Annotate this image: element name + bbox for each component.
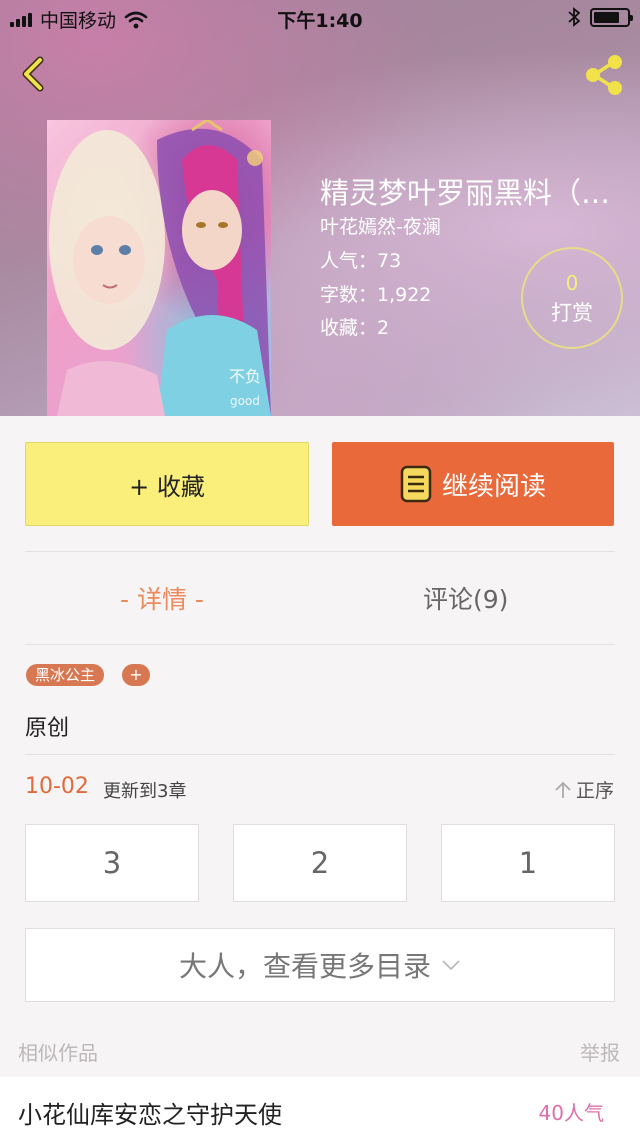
book-icon [400, 465, 432, 503]
book-header: 中国移动 下午1:40 不负 good 精灵梦叶罗丽黑料（… 叶花嫣然-夜澜 人… [0, 0, 640, 416]
divider [25, 551, 615, 552]
tab-detail[interactable]: - 详情 - [120, 580, 204, 616]
sort-label: 正序 [575, 780, 614, 802]
cover-watermark: 不负 [229, 367, 261, 386]
share-icon [586, 55, 622, 95]
similar-item[interactable]: 小花仙库安恋之守护天使 40人气 [0, 1077, 640, 1139]
reward-button[interactable]: 0 打赏 [521, 247, 623, 349]
word-count-stat: 字数：1,922 [320, 284, 432, 306]
popularity-stat: 人气：73 [320, 250, 402, 272]
collect-label: + 收藏 [129, 472, 205, 501]
update-date: 10-02 [25, 774, 89, 799]
share-button[interactable] [580, 52, 628, 96]
add-tag-button[interactable]: + [122, 664, 150, 686]
status-right [568, 7, 633, 27]
more-toc-button[interactable]: 大人，查看更多目录 [25, 928, 615, 1002]
tag-chip[interactable]: 黑冰公主 [26, 664, 105, 686]
back-button[interactable] [14, 52, 54, 96]
similar-item-title: 小花仙库安恋之守护天使 [18, 1101, 282, 1129]
bluetooth-icon [568, 7, 580, 27]
chapter-button[interactable]: 2 [233, 824, 407, 902]
similar-item-popularity: 40人气 [538, 1101, 604, 1125]
chapter-button[interactable]: 1 [441, 824, 615, 902]
chevron-left-icon [22, 56, 44, 92]
continue-reading-label: 继续阅读 [441, 471, 546, 502]
battery-icon [590, 7, 633, 27]
tab-comments[interactable]: 评论(9) [423, 580, 508, 616]
favorites-stat: 收藏：2 [320, 317, 390, 339]
book-cover[interactable]: 不负 good [47, 120, 271, 416]
status-bar: 中国移动 下午1:40 [0, 0, 640, 36]
category-label: 原创 [25, 716, 70, 741]
report-link[interactable]: 举报 [580, 1037, 620, 1066]
chapter-button[interactable]: 3 [25, 824, 199, 902]
divider [25, 754, 615, 755]
sort-toggle[interactable]: 正序 [554, 776, 614, 803]
continue-reading-button[interactable]: 继续阅读 [332, 442, 614, 526]
cover-illustration: 不负 good [49, 120, 271, 416]
book-author[interactable]: 叶花嫣然-夜澜 [320, 212, 441, 239]
chevron-down-icon [442, 960, 460, 971]
reward-count: 0 [565, 271, 579, 295]
book-title: 精灵梦叶罗丽黑料（… [320, 176, 611, 210]
status-time: 下午1:40 [277, 10, 363, 32]
collect-button[interactable]: + 收藏 [25, 442, 309, 526]
svg-text:good: good [230, 394, 260, 408]
reward-label: 打赏 [551, 301, 593, 325]
arrow-up-icon [555, 781, 571, 798]
more-toc-label: 大人，查看更多目录 [178, 950, 431, 983]
divider [25, 644, 615, 645]
similar-section-label: 相似作品 [18, 1041, 98, 1065]
update-text: 更新到3章 [103, 781, 187, 802]
